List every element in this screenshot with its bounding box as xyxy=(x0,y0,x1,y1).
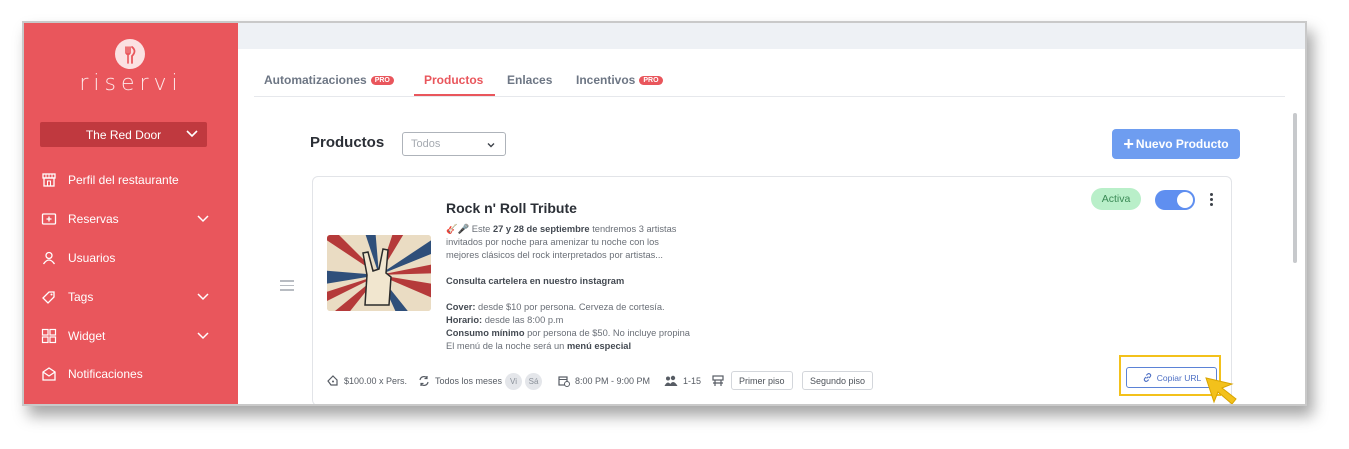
drag-handle-icon[interactable] xyxy=(280,280,294,294)
sidebar-item-tags[interactable]: Tags xyxy=(40,286,210,308)
sidebar-item-reservas[interactable]: Reservas xyxy=(40,208,210,230)
desc-bold: Consulta cartelera en nuestro instagram xyxy=(446,276,625,286)
widget-grid-icon xyxy=(40,327,58,345)
sidebar-item-label: Tags xyxy=(68,290,94,304)
sidebar-item-label: Usuarios xyxy=(68,251,116,265)
desc-text: Este xyxy=(471,224,491,234)
brand-name: riservi xyxy=(79,71,183,96)
chevron-down-icon xyxy=(487,143,495,148)
time-info: 8:00 PM - 9:00 PM xyxy=(558,372,650,390)
desc-bold: Consumo mínimo xyxy=(446,328,525,338)
sidebar-item-label: Notificaciones xyxy=(68,367,143,381)
day-chip: Vi xyxy=(505,372,523,390)
time-text: 8:00 PM - 9:00 PM xyxy=(575,376,651,386)
link-icon xyxy=(1143,373,1151,382)
calendar-clock-icon xyxy=(558,375,570,387)
sidebar-item-widget[interactable]: Widget xyxy=(40,325,210,347)
tab-productos[interactable]: Productos xyxy=(424,73,483,87)
desc-text: tendremos 3 artistas xyxy=(592,224,677,234)
repeat-icon xyxy=(418,375,430,387)
sidebar-item-perfil[interactable]: Perfil del restaurante xyxy=(40,169,210,191)
active-tab-indicator xyxy=(414,94,495,96)
page-title: Productos xyxy=(310,134,385,151)
sidebar-item-usuarios[interactable]: Usuarios xyxy=(40,247,210,269)
tab-label: Productos xyxy=(424,73,484,87)
area-icon-wrap xyxy=(711,372,730,390)
guitar-mic-emoji: 🎸🎤 xyxy=(446,224,470,234)
desc-bold: Horario: xyxy=(446,315,483,325)
people-icon xyxy=(664,375,678,387)
sidebar-item-label: Widget xyxy=(68,329,106,343)
price-tag-icon xyxy=(327,375,339,387)
desc-text: invitados por noche para amenizar tu noc… xyxy=(446,237,659,247)
area-tag[interactable]: Primer piso xyxy=(731,371,793,390)
app-window: riservi The Red Door Perfil del restaura… xyxy=(22,21,1307,406)
tag-icon xyxy=(40,288,58,306)
desc-bold: 27 y 28 de septiembre xyxy=(492,224,590,234)
people-info: 1-15 xyxy=(664,372,701,390)
plus-icon: + xyxy=(1123,133,1134,154)
active-toggle[interactable] xyxy=(1155,190,1195,210)
sidebar-item-label: Perfil del restaurante xyxy=(68,173,179,187)
restaurant-name: The Red Door xyxy=(85,127,162,142)
desc-text: mejores clásicos del rock interpretados … xyxy=(446,250,664,260)
top-bar xyxy=(238,23,1305,49)
envelope-icon xyxy=(40,365,58,383)
desc-bold: Cover: xyxy=(446,302,476,312)
pro-badge: PRO xyxy=(370,75,394,85)
table-area-icon xyxy=(711,374,725,388)
tab-label: Automatizaciones xyxy=(264,73,367,87)
recurrence-info: Todos los meses Vi Sá xyxy=(418,372,543,390)
chevron-down-icon xyxy=(197,332,209,340)
desc-text: por persona de $50. No incluye propina xyxy=(527,328,690,338)
new-product-button[interactable]: + Nuevo Producto xyxy=(1112,129,1240,159)
tab-enlaces[interactable]: Enlaces xyxy=(507,73,552,87)
sidebar-item-notificaciones[interactable]: Notificaciones xyxy=(40,363,210,385)
sidebar-item-label: Reservas xyxy=(68,212,119,226)
chevron-down-icon xyxy=(186,130,198,138)
area-tag[interactable]: Segundo piso xyxy=(802,371,874,390)
cursor-pointer-icon xyxy=(1205,377,1237,404)
new-product-label: Nuevo Producto xyxy=(1135,137,1229,151)
copy-url-label: Copiar URL xyxy=(1156,372,1202,383)
day-chip: Sá xyxy=(525,372,543,390)
desc-text: desde las 8:00 p.m xyxy=(484,315,564,325)
tab-label: Incentivos xyxy=(576,73,636,87)
store-icon xyxy=(40,171,58,189)
price-text: $100.00 x Pers. xyxy=(344,376,408,386)
chevron-down-icon xyxy=(197,293,209,301)
filter-value: Todos xyxy=(411,138,441,150)
more-options-icon[interactable] xyxy=(1210,193,1216,208)
chevron-down-icon xyxy=(197,215,209,223)
tab-label: Enlaces xyxy=(507,73,553,87)
status-badge: Activa xyxy=(1091,188,1141,210)
tab-automatizaciones[interactable]: Automatizaciones PRO xyxy=(264,73,394,87)
riservi-logo-icon xyxy=(115,39,145,69)
toggle-knob xyxy=(1177,192,1193,208)
price-info: $100.00 x Pers. xyxy=(327,372,407,390)
people-text: 1-15 xyxy=(683,376,702,386)
calendar-plus-icon xyxy=(40,210,58,228)
tab-incentivos[interactable]: Incentivos PRO xyxy=(576,73,663,87)
product-filter-select[interactable]: Todos xyxy=(402,132,506,156)
product-image xyxy=(327,235,431,311)
product-title: Rock n' Roll Tribute xyxy=(446,200,577,216)
recurrence-text: Todos los meses xyxy=(435,376,503,386)
tab-bar: Automatizaciones PRO Productos Enlaces I… xyxy=(254,69,1285,97)
pro-badge: PRO xyxy=(639,75,663,85)
desc-text: El menú de la noche será un xyxy=(446,341,565,351)
sidebar: riservi The Red Door Perfil del restaura… xyxy=(24,23,238,404)
user-icon xyxy=(40,249,58,267)
desc-bold: menú especial xyxy=(566,341,632,351)
scrollbar[interactable] xyxy=(1293,113,1297,263)
restaurant-selector[interactable]: The Red Door xyxy=(40,122,207,147)
product-description: 🎸🎤 Este 27 y 28 de septiembre tendremos … xyxy=(446,223,716,353)
desc-text: desde $10 por persona. Cerveza de cortes… xyxy=(478,302,665,312)
